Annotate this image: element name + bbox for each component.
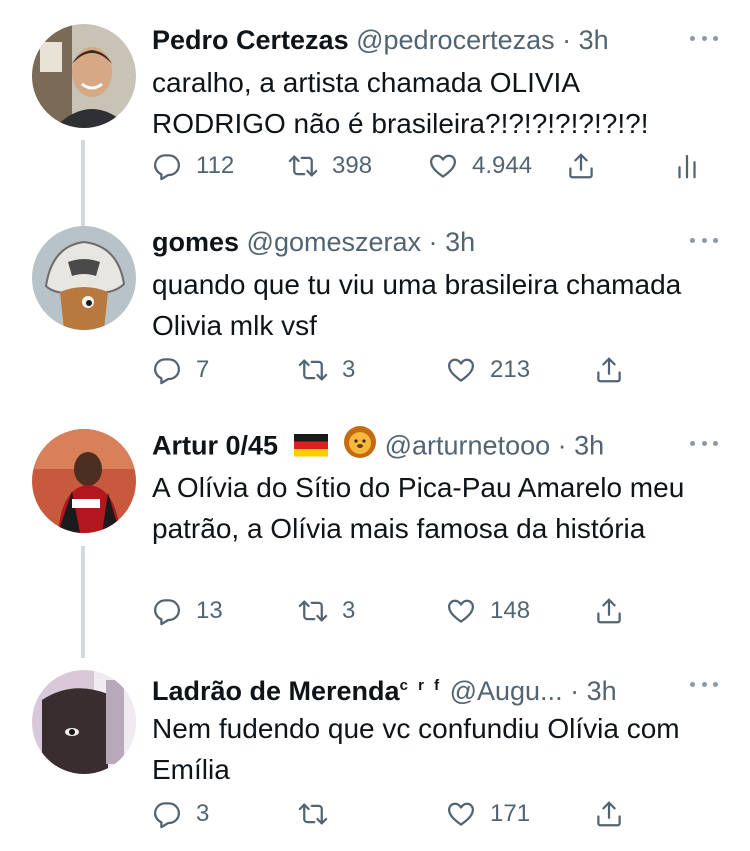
timestamp[interactable]: 3h — [579, 25, 609, 55]
like-icon — [446, 799, 476, 829]
reply-icon — [152, 355, 182, 385]
user-handle[interactable]: @pedrocertezas — [356, 25, 555, 55]
more-options-icon[interactable] — [690, 682, 718, 690]
tweet-actions: 3 171 — [152, 794, 718, 834]
user-handle[interactable]: @arturnetooo — [385, 431, 551, 461]
retweet-icon — [298, 799, 328, 829]
like-icon — [446, 596, 476, 626]
tweet[interactable]: Artur 0/45 @arturnetooo · 3h A Olívia do… — [0, 425, 750, 640]
reply-icon — [152, 799, 182, 829]
like-count: 4.944 — [472, 152, 533, 179]
german-flag-icon — [293, 428, 328, 466]
retweet-icon — [288, 151, 318, 181]
reply-count: 7 — [196, 356, 210, 383]
user-handle[interactable]: @gomeszerax — [247, 227, 421, 257]
tweet-actions: 13 3 148 — [152, 591, 718, 631]
share-icon — [594, 355, 624, 385]
share-button[interactable] — [594, 350, 624, 390]
display-name[interactable]: Ladrão de Merenda — [152, 676, 400, 706]
tweet-text: quando que tu viu uma brasileira chamada… — [152, 269, 682, 341]
reply-button[interactable]: 112 — [152, 146, 234, 186]
reply-count: 13 — [196, 597, 223, 624]
share-icon — [594, 799, 624, 829]
tweet-actions: 7 3 213 — [152, 350, 718, 390]
like-button[interactable]: 4.944 — [428, 146, 532, 186]
more-options-icon[interactable] — [690, 238, 718, 246]
avatar[interactable] — [32, 226, 136, 330]
more-options-icon[interactable] — [690, 441, 718, 449]
retweet-icon — [298, 355, 328, 385]
reply-icon — [152, 596, 182, 626]
share-icon — [594, 596, 624, 626]
retweet-count: 3 — [342, 356, 356, 383]
share-button[interactable] — [566, 146, 596, 186]
avatar[interactable] — [32, 24, 136, 128]
timestamp[interactable]: 3h — [445, 227, 475, 257]
reply-button[interactable]: 7 — [152, 350, 209, 390]
tweet[interactable]: gomes @gomeszerax · 3h quando que tu viu… — [0, 222, 750, 397]
tweet-actions: 112 398 4.944 — [152, 146, 718, 186]
reply-button[interactable]: 13 — [152, 591, 223, 631]
separator-dot: · — [428, 227, 438, 257]
separator-dot: · — [562, 25, 572, 55]
name-superscript: c r f — [399, 677, 443, 694]
timestamp[interactable]: 3h — [574, 431, 604, 461]
reply-button[interactable]: 3 — [152, 794, 209, 834]
display-name[interactable]: gomes — [152, 227, 239, 257]
tweet-header: Pedro Certezas @pedrocertezas · 3h — [152, 20, 690, 60]
analytics-icon — [672, 151, 702, 181]
retweet-count: 3 — [342, 597, 356, 624]
retweet-button[interactable]: 3 — [298, 350, 355, 390]
tweet-text: Nem fudendo que vc confundiu Olívia com … — [152, 713, 680, 785]
retweet-count: 398 — [332, 152, 373, 179]
reply-count: 112 — [196, 152, 235, 179]
tweet[interactable]: Ladrão de Merendac r f @Augu... · 3h Nem… — [0, 666, 750, 851]
lion-icon — [343, 425, 377, 465]
share-button[interactable] — [594, 794, 624, 834]
like-button[interactable]: 171 — [446, 794, 530, 834]
avatar[interactable] — [32, 429, 136, 533]
more-options-icon[interactable] — [690, 36, 718, 44]
tweet[interactable]: Pedro Certezas @pedrocertezas · 3h caral… — [0, 20, 750, 195]
analytics-button[interactable] — [672, 146, 702, 186]
separator-dot: · — [570, 676, 580, 706]
reply-count: 3 — [196, 800, 210, 827]
reply-icon — [152, 151, 182, 181]
retweet-icon — [298, 596, 328, 626]
like-count: 171 — [490, 800, 531, 827]
timestamp[interactable]: 3h — [587, 676, 617, 706]
tweet-text: caralho, a artista chamada OLIVIA RODRIG… — [152, 67, 649, 139]
display-name[interactable]: Artur 0/45 — [152, 431, 278, 461]
retweet-button[interactable]: 3 — [298, 591, 355, 631]
like-button[interactable]: 213 — [446, 350, 530, 390]
retweet-button[interactable] — [298, 794, 342, 834]
like-icon — [446, 355, 476, 385]
tweet-text: A Olívia do Sítio do Pica-Pau Amarelo me… — [152, 472, 685, 544]
separator-dot: · — [557, 430, 567, 461]
like-count: 213 — [490, 356, 531, 383]
like-count: 148 — [490, 597, 531, 624]
share-icon — [566, 151, 596, 181]
avatar[interactable] — [32, 670, 136, 774]
like-icon — [428, 151, 458, 181]
user-handle[interactable]: @Augu... — [450, 676, 563, 706]
share-button[interactable] — [594, 591, 624, 631]
like-button[interactable]: 148 — [446, 591, 530, 631]
retweet-button[interactable]: 398 — [288, 146, 372, 186]
display-name[interactable]: Pedro Certezas — [152, 25, 349, 55]
tweet-header: Ladrão de Merendac r f @Augu... · 3h — [152, 666, 690, 706]
tweet-header: Artur 0/45 @arturnetooo · 3h — [152, 425, 690, 465]
tweet-header: gomes @gomeszerax · 3h — [152, 222, 690, 262]
